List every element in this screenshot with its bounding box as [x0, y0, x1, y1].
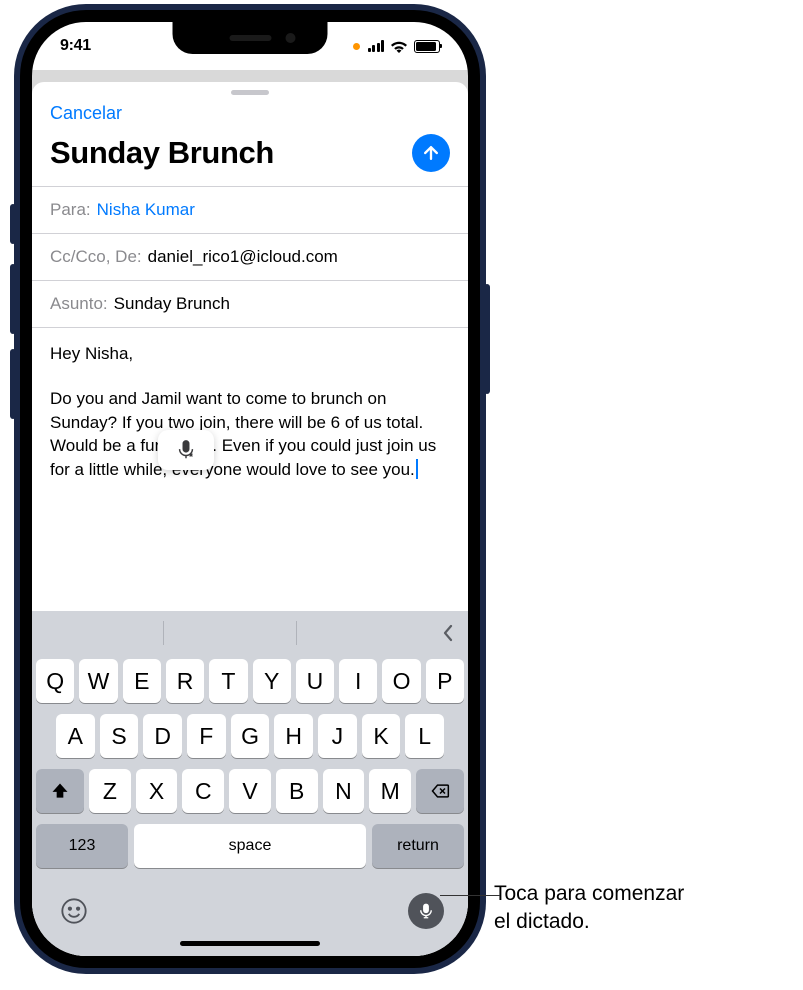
key-a[interactable]: A — [56, 714, 95, 758]
send-button[interactable] — [412, 134, 450, 172]
mic-in-use-indicator — [353, 43, 360, 50]
subject-value: Sunday Brunch — [114, 294, 230, 314]
key-j[interactable]: J — [318, 714, 357, 758]
battery-icon — [414, 40, 440, 53]
key-z[interactable]: Z — [89, 769, 131, 813]
key-l[interactable]: L — [405, 714, 444, 758]
callout-line1: Toca para comenzar — [494, 882, 684, 905]
key-y[interactable]: Y — [253, 659, 291, 703]
key-return[interactable]: return — [372, 824, 464, 868]
to-field[interactable]: Para: Nisha Kumar — [32, 186, 468, 233]
mic-icon — [417, 902, 435, 920]
key-k[interactable]: K — [362, 714, 401, 758]
mic-input-icon — [175, 439, 197, 461]
suggestion-3[interactable] — [297, 611, 428, 655]
cc-field[interactable]: Cc/Cco, De: daniel_rico1@icloud.com — [32, 233, 468, 280]
chevron-left-icon — [441, 622, 455, 644]
backspace-icon — [430, 781, 450, 801]
body-greeting: Hey Nisha, — [50, 342, 450, 365]
shift-icon — [50, 781, 70, 801]
compose-title: Sunday Brunch — [50, 135, 274, 171]
key-row-3: Z X C V B N M — [36, 769, 464, 813]
key-t[interactable]: T — [209, 659, 247, 703]
text-cursor — [416, 459, 418, 479]
key-backspace[interactable] — [416, 769, 464, 813]
subject-field[interactable]: Asunto: Sunday Brunch — [32, 280, 468, 327]
suggestion-1[interactable] — [32, 611, 163, 655]
key-c[interactable]: C — [182, 769, 224, 813]
key-n[interactable]: N — [323, 769, 365, 813]
to-label: Para: — [50, 200, 91, 220]
key-q[interactable]: Q — [36, 659, 74, 703]
suggestion-bar — [32, 611, 468, 655]
side-button-mute — [10, 204, 16, 244]
emoji-button[interactable] — [56, 893, 92, 929]
emoji-icon — [60, 897, 88, 925]
sheet-grabber[interactable] — [231, 90, 269, 95]
key-i[interactable]: I — [339, 659, 377, 703]
key-f[interactable]: F — [187, 714, 226, 758]
cancel-button[interactable]: Cancelar — [50, 103, 122, 124]
cellular-signal-icon — [368, 40, 385, 52]
cc-label: Cc/Cco, De: — [50, 247, 142, 267]
key-d[interactable]: D — [143, 714, 182, 758]
callout-line2: el dictado. — [494, 910, 590, 933]
key-x[interactable]: X — [136, 769, 178, 813]
compose-sheet: Cancelar Sunday Brunch Para: Nisha Kumar… — [32, 82, 468, 956]
screen: 9:41 Cancelar Sunday Brunch — [32, 22, 468, 956]
key-h[interactable]: H — [274, 714, 313, 758]
status-time: 9:41 — [60, 37, 91, 55]
key-r[interactable]: R — [166, 659, 204, 703]
phone-frame: 9:41 Cancelar Sunday Brunch — [14, 4, 486, 974]
callout-leader-line — [440, 895, 500, 896]
key-o[interactable]: O — [382, 659, 420, 703]
body-paragraph: Do you and Jamil want to come to brunch … — [50, 389, 436, 478]
keyboard: Q W E R T Y U I O P — [32, 611, 468, 956]
arrow-up-icon — [421, 143, 441, 163]
notch — [173, 22, 328, 54]
side-button-power — [484, 284, 490, 394]
to-recipient[interactable]: Nisha Kumar — [97, 200, 195, 220]
wifi-icon — [390, 40, 408, 53]
subject-label: Asunto: — [50, 294, 108, 314]
side-button-vol-down — [10, 349, 16, 419]
key-u[interactable]: U — [296, 659, 334, 703]
key-s[interactable]: S — [100, 714, 139, 758]
dictation-button[interactable] — [408, 893, 444, 929]
key-space[interactable]: space — [134, 824, 366, 868]
key-w[interactable]: W — [79, 659, 117, 703]
cc-value: daniel_rico1@icloud.com — [148, 247, 338, 267]
key-shift[interactable] — [36, 769, 84, 813]
side-button-vol-up — [10, 264, 16, 334]
message-body[interactable]: Hey Nisha, Do you and Jamil want to come… — [32, 327, 468, 611]
key-b[interactable]: B — [276, 769, 318, 813]
key-g[interactable]: G — [231, 714, 270, 758]
suggestion-expand[interactable] — [428, 622, 468, 644]
suggestion-2[interactable] — [164, 611, 295, 655]
key-v[interactable]: V — [229, 769, 271, 813]
key-123[interactable]: 123 — [36, 824, 128, 868]
key-e[interactable]: E — [123, 659, 161, 703]
key-row-1: Q W E R T Y U I O P — [36, 659, 464, 703]
background-sheet — [32, 70, 468, 82]
home-indicator[interactable] — [180, 941, 320, 946]
dictation-indicator-badge[interactable] — [158, 430, 214, 470]
key-row-2: A S D F G H J K L — [36, 714, 464, 758]
annotation-callout: Toca para comenzar el dictado. — [494, 880, 794, 937]
key-row-4: 123 space return — [36, 824, 464, 868]
key-p[interactable]: P — [426, 659, 464, 703]
key-m[interactable]: M — [369, 769, 411, 813]
